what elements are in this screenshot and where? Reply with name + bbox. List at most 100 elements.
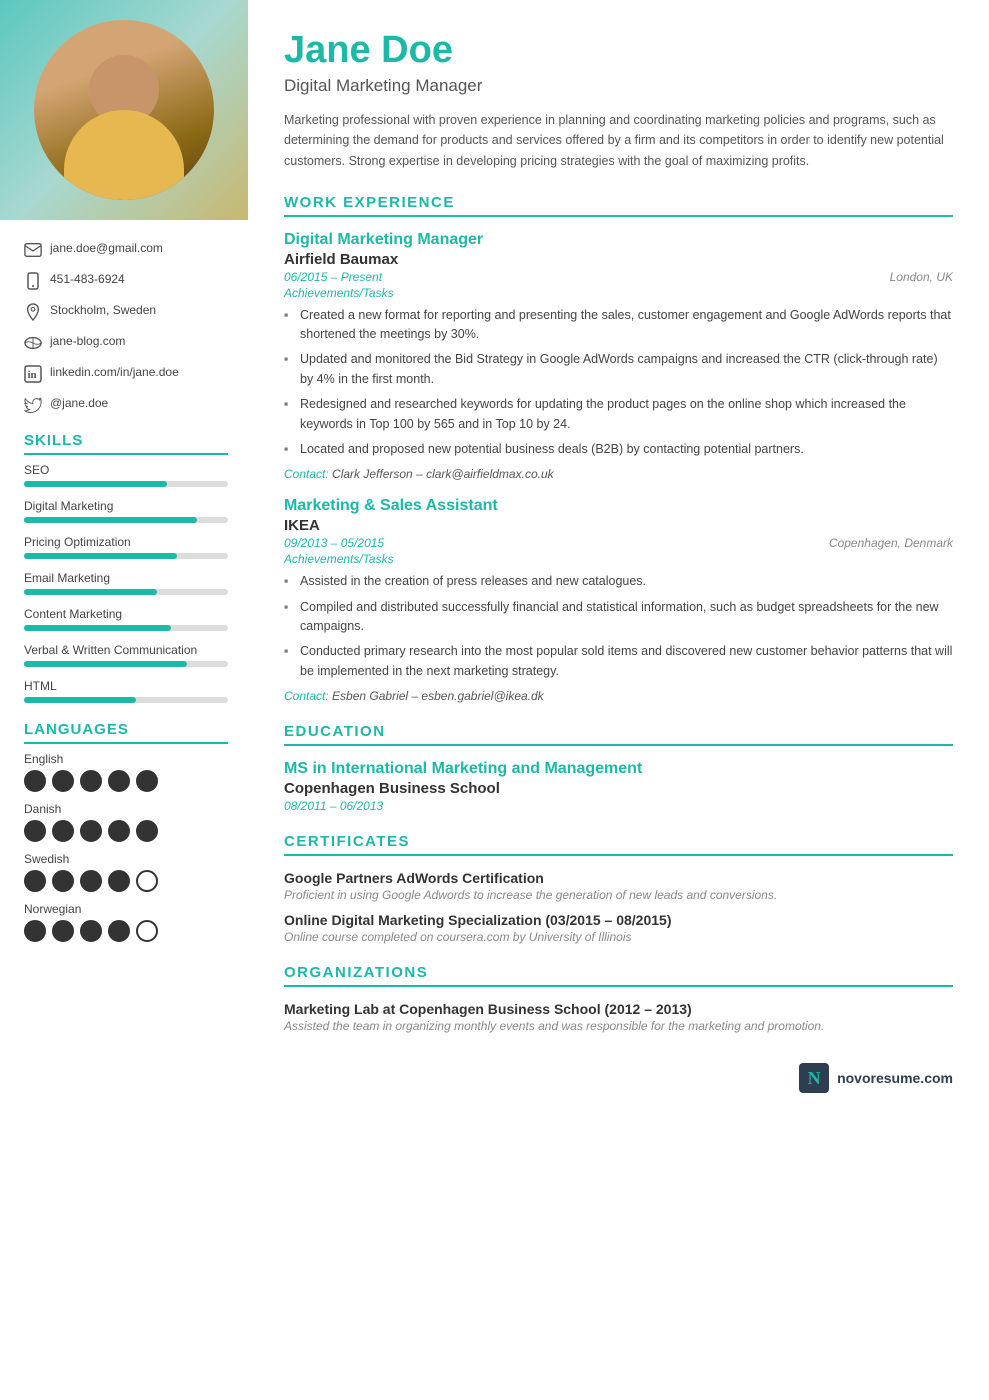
skill-bar-bg bbox=[24, 553, 228, 559]
phone-value: 451-483-6924 bbox=[50, 271, 125, 288]
candidate-title: Digital Marketing Manager bbox=[284, 76, 953, 96]
job-entry: Marketing & Sales Assistant IKEA 09/2013… bbox=[284, 497, 953, 703]
education-section-title: EDUCATION bbox=[284, 723, 953, 746]
languages-section-title: LANGUAGES bbox=[24, 721, 228, 744]
language-dot bbox=[52, 820, 74, 842]
work-experience-section-title: WORK EXPERIENCE bbox=[284, 194, 953, 217]
job-bullet: Located and proposed new potential busin… bbox=[284, 440, 953, 459]
job-contact-details: Esben Gabriel – esben.gabriel@ikea.dk bbox=[332, 689, 544, 703]
language-dot bbox=[108, 820, 130, 842]
linkedin-icon: in bbox=[24, 365, 42, 383]
skills-section-title: SKILLS bbox=[24, 432, 228, 455]
language-item: Danish bbox=[24, 802, 228, 842]
cert-desc: Proficient in using Google Adwords to in… bbox=[284, 888, 953, 902]
job-entry: Digital Marketing Manager Airfield Bauma… bbox=[284, 231, 953, 482]
contact-location-item: Stockholm, Sweden bbox=[24, 302, 228, 321]
language-item: English bbox=[24, 752, 228, 792]
organization-entry: Marketing Lab at Copenhagen Business Sch… bbox=[284, 1001, 953, 1033]
job-achievements-label: Achievements/Tasks bbox=[284, 286, 953, 300]
skill-item: SEO bbox=[24, 463, 228, 487]
language-dot bbox=[108, 920, 130, 942]
cert-desc: Online course completed on coursera.com … bbox=[284, 930, 953, 944]
skill-bar-fill bbox=[24, 589, 157, 595]
skill-bar-bg bbox=[24, 697, 228, 703]
language-item: Swedish bbox=[24, 852, 228, 892]
contact-phone-item: 451-483-6924 bbox=[24, 271, 228, 290]
skill-item: Pricing Optimization bbox=[24, 535, 228, 559]
linkedin-value: linkedin.com/in/jane.doe bbox=[50, 364, 179, 381]
job-dates: 09/2013 – 05/2015 bbox=[284, 536, 384, 550]
skill-name: HTML bbox=[24, 679, 228, 693]
contact-website-item: jane-blog.com bbox=[24, 333, 228, 352]
language-dot bbox=[80, 870, 102, 892]
language-dots bbox=[24, 870, 228, 892]
sidebar-content: jane.doe@gmail.com 451-483-6924 Stockhol… bbox=[0, 220, 248, 972]
skill-bar-fill bbox=[24, 697, 136, 703]
language-dot bbox=[24, 920, 46, 942]
email-icon bbox=[24, 241, 42, 259]
language-name: English bbox=[24, 752, 228, 766]
education-list: MS in International Marketing and Manage… bbox=[284, 760, 953, 813]
job-bullet: Redesigned and researched keywords for u… bbox=[284, 395, 953, 434]
job-dates: 06/2015 – Present bbox=[284, 270, 382, 284]
job-location: Copenhagen, Denmark bbox=[829, 536, 953, 550]
twitter-value: @jane.doe bbox=[50, 395, 108, 412]
website-value: jane-blog.com bbox=[50, 333, 125, 350]
cert-title: Online Digital Marketing Specialization … bbox=[284, 912, 953, 928]
language-dot bbox=[136, 770, 158, 792]
language-item: Norwegian bbox=[24, 902, 228, 942]
language-dot bbox=[52, 870, 74, 892]
candidate-name: Jane Doe bbox=[284, 30, 953, 72]
job-title: Digital Marketing Manager bbox=[284, 231, 953, 249]
contact-email-item: jane.doe@gmail.com bbox=[24, 240, 228, 259]
skill-bar-fill bbox=[24, 517, 197, 523]
language-dot bbox=[80, 770, 102, 792]
skill-bar-fill bbox=[24, 661, 187, 667]
resume-container: jane.doe@gmail.com 451-483-6924 Stockhol… bbox=[0, 0, 989, 1400]
website-icon bbox=[24, 334, 42, 352]
edu-dates: 08/2011 – 06/2013 bbox=[284, 799, 953, 813]
email-value: jane.doe@gmail.com bbox=[50, 240, 163, 257]
phone-icon bbox=[24, 272, 42, 290]
contact-twitter-item: @jane.doe bbox=[24, 395, 228, 414]
main-content: Jane Doe Digital Marketing Manager Marke… bbox=[248, 0, 989, 1400]
skill-name: Pricing Optimization bbox=[24, 535, 228, 549]
cert-title: Google Partners AdWords Certification bbox=[284, 870, 953, 886]
skill-bar-fill bbox=[24, 553, 177, 559]
language-dot bbox=[80, 820, 102, 842]
languages-list: English Danish Swedish Norwegian bbox=[24, 752, 228, 942]
job-contact: Contact: Clark Jefferson – clark@airfiel… bbox=[284, 467, 953, 481]
skills-list: SEO Digital Marketing Pricing Optimizati… bbox=[24, 463, 228, 703]
job-bullet: Updated and monitored the Bid Strategy i… bbox=[284, 350, 953, 389]
location-value: Stockholm, Sweden bbox=[50, 302, 156, 319]
svg-text:in: in bbox=[28, 369, 37, 381]
skill-item: Verbal & Written Communication bbox=[24, 643, 228, 667]
job-bullet: Compiled and distributed successfully fi… bbox=[284, 598, 953, 637]
brand-logo: N bbox=[799, 1063, 829, 1093]
certificates-section-title: CERTIFICATES bbox=[284, 833, 953, 856]
skill-bar-fill bbox=[24, 481, 167, 487]
language-dot bbox=[52, 770, 74, 792]
language-dots bbox=[24, 920, 228, 942]
language-dot bbox=[80, 920, 102, 942]
job-company: Airfield Baumax bbox=[284, 251, 953, 268]
language-dot bbox=[136, 920, 158, 942]
language-dot bbox=[136, 870, 158, 892]
skill-name: SEO bbox=[24, 463, 228, 477]
brand-name: novoresume.com bbox=[837, 1070, 953, 1086]
skill-item: Content Marketing bbox=[24, 607, 228, 631]
certificate-entry: Google Partners AdWords Certification Pr… bbox=[284, 870, 953, 902]
job-company: IKEA bbox=[284, 517, 953, 534]
job-bullets: Assisted in the creation of press releas… bbox=[284, 572, 953, 681]
certificates-list: Google Partners AdWords Certification Pr… bbox=[284, 870, 953, 944]
language-dot bbox=[24, 820, 46, 842]
job-bullet: Conducted primary research into the most… bbox=[284, 642, 953, 681]
language-dot bbox=[24, 870, 46, 892]
skill-bar-bg bbox=[24, 589, 228, 595]
edu-degree: MS in International Marketing and Manage… bbox=[284, 760, 953, 778]
language-dot bbox=[108, 770, 130, 792]
org-desc: Assisted the team in organizing monthly … bbox=[284, 1019, 953, 1033]
language-dot bbox=[24, 770, 46, 792]
skill-name: Digital Marketing bbox=[24, 499, 228, 513]
skill-bar-bg bbox=[24, 661, 228, 667]
